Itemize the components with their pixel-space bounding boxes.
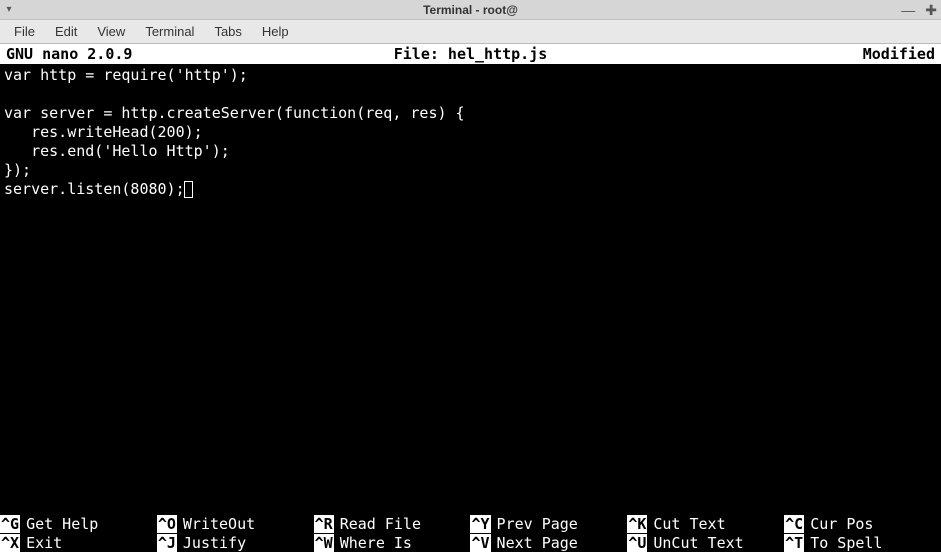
shortcut-justify[interactable]: ^JJustify bbox=[157, 534, 314, 552]
menu-tabs[interactable]: Tabs bbox=[204, 22, 251, 41]
shortcut-get-help[interactable]: ^GGet Help bbox=[0, 515, 157, 533]
shortcut-next-page[interactable]: ^VNext Page bbox=[470, 534, 627, 552]
window-controls: — ✚ bbox=[901, 3, 937, 17]
nano-status-bar: GNU nano 2.0.9 File: hel_http.js Modifie… bbox=[0, 44, 941, 64]
shortcut-to-spell[interactable]: ^TTo Spell bbox=[784, 534, 941, 552]
menu-terminal[interactable]: Terminal bbox=[135, 22, 204, 41]
menu-view[interactable]: View bbox=[87, 22, 135, 41]
code-line: var http = require('http'); bbox=[4, 66, 248, 84]
nano-shortcuts-bar: ^GGet Help ^OWriteOut ^RRead File ^YPrev… bbox=[0, 514, 941, 552]
shortcuts-row-1: ^GGet Help ^OWriteOut ^RRead File ^YPrev… bbox=[0, 514, 941, 533]
nano-modified-indicator: Modified bbox=[863, 45, 935, 63]
shortcut-read-file[interactable]: ^RRead File bbox=[314, 515, 471, 533]
application-menubar: File Edit View Terminal Tabs Help bbox=[0, 20, 941, 44]
text-cursor bbox=[184, 181, 193, 198]
minimize-button[interactable]: — bbox=[901, 3, 915, 17]
shortcut-cut-text[interactable]: ^KCut Text bbox=[627, 515, 784, 533]
menu-edit[interactable]: Edit bbox=[45, 22, 87, 41]
window-menu-dropdown[interactable]: ▾ bbox=[0, 4, 18, 15]
shortcut-exit[interactable]: ^XExit bbox=[0, 534, 157, 552]
nano-version: GNU nano 2.0.9 bbox=[6, 45, 132, 63]
shortcut-writeout[interactable]: ^OWriteOut bbox=[157, 515, 314, 533]
code-line: var server = http.createServer(function(… bbox=[4, 104, 465, 122]
shortcut-uncut-text[interactable]: ^UUnCut Text bbox=[627, 534, 784, 552]
code-line: server.listen(8080); bbox=[4, 180, 185, 198]
shortcut-prev-page[interactable]: ^YPrev Page bbox=[470, 515, 627, 533]
window-titlebar: ▾ Terminal - root@ — ✚ bbox=[0, 0, 941, 20]
window-title: Terminal - root@ bbox=[0, 3, 941, 17]
code-line: res.writeHead(200); bbox=[4, 123, 203, 141]
nano-filename: File: hel_http.js bbox=[0, 45, 941, 63]
code-line: }); bbox=[4, 161, 31, 179]
maximize-button[interactable]: ✚ bbox=[925, 3, 937, 17]
shortcuts-row-2: ^XExit ^JJustify ^WWhere Is ^VNext Page … bbox=[0, 533, 941, 552]
shortcut-where-is[interactable]: ^WWhere Is bbox=[314, 534, 471, 552]
nano-editor-area[interactable]: var http = require('http'); var server =… bbox=[0, 64, 941, 514]
code-line: res.end('Hello Http'); bbox=[4, 142, 230, 160]
shortcut-cur-pos[interactable]: ^CCur Pos bbox=[784, 515, 941, 533]
menu-help[interactable]: Help bbox=[252, 22, 299, 41]
menu-file[interactable]: File bbox=[4, 22, 45, 41]
